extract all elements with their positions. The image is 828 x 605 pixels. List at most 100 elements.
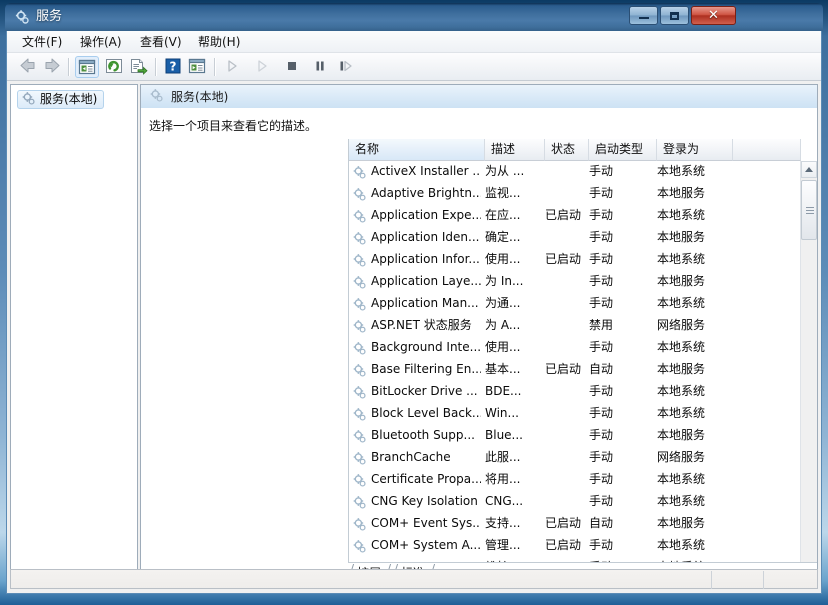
cell-description: 为通...	[485, 296, 521, 310]
table-row[interactable]: Adaptive Brightn... 监视... 手动 本地服务	[349, 183, 801, 205]
cell-description: 支持...	[485, 516, 521, 530]
column-log-on-as[interactable]: 登录为	[657, 139, 733, 161]
export-list-icon	[131, 59, 148, 75]
resume-icon	[340, 60, 352, 72]
column-description[interactable]: 描述	[485, 139, 545, 161]
cell-status	[545, 403, 589, 425]
table-row[interactable]: Base Filtering En... 基本... 已启动 自动 本地服务	[349, 359, 801, 381]
cell-log-on-as: 网络服务	[657, 450, 706, 464]
cell-startup-type: 自动	[589, 362, 614, 376]
menu-view[interactable]: 查看(V)	[133, 33, 189, 51]
restart-service-button[interactable]	[251, 56, 275, 78]
minimize-button[interactable]	[629, 6, 658, 25]
cell-log-on-as: 本地服务	[657, 186, 706, 200]
pause-icon	[316, 61, 324, 71]
cell-log-on-as: 本地服务	[657, 516, 706, 530]
service-gear-icon	[352, 297, 367, 312]
services-gear-icon	[14, 9, 30, 25]
forward-button[interactable]	[41, 56, 65, 78]
cell-service-name: Adaptive Brightn...	[371, 186, 481, 200]
cell-log-on-as: 本地系统	[657, 340, 706, 354]
scrollbar-thumb[interactable]	[801, 180, 817, 240]
properties-icon	[188, 58, 206, 74]
cell-startup-type: 手动	[589, 252, 614, 266]
menu-help[interactable]: 帮助(H)	[191, 33, 247, 51]
help-button[interactable]: ?	[162, 56, 186, 78]
cell-log-on-as: 本地服务	[657, 428, 706, 442]
service-gear-icon	[352, 517, 367, 532]
cell-status	[545, 227, 589, 249]
cell-service-name: Background Inte...	[371, 340, 481, 354]
cell-description: 管理...	[485, 538, 521, 552]
column-status[interactable]: 状态	[545, 139, 589, 161]
menu-action[interactable]: 操作(A)	[73, 33, 129, 51]
table-row[interactable]: Background Inte... 使用... 手动 本地系统	[349, 337, 801, 359]
table-row[interactable]: Application Expe... 在应... 已启动 手动 本地系统	[349, 205, 801, 227]
pause-service-button[interactable]	[309, 56, 333, 78]
cell-startup-type: 手动	[589, 186, 614, 200]
cell-log-on-as: 本地系统	[657, 472, 706, 486]
cell-startup-type: 手动	[589, 296, 614, 310]
status-divider	[763, 571, 764, 589]
forward-arrow-icon	[45, 58, 60, 73]
cell-status	[545, 469, 589, 491]
table-row[interactable]: Application Man... 为通... 手动 本地系统	[349, 293, 801, 315]
service-gear-icon	[352, 473, 367, 488]
column-startup-type[interactable]: 启动类型	[589, 139, 657, 161]
show-hide-tree-button[interactable]	[75, 56, 99, 78]
refresh-button[interactable]	[103, 56, 127, 78]
cell-service-name: BranchCache	[371, 450, 451, 464]
cell-startup-type: 手动	[589, 230, 614, 244]
cell-service-name: Block Level Back...	[371, 406, 481, 420]
scroll-up-button[interactable]	[801, 161, 817, 178]
cell-log-on-as: 本地系统	[657, 538, 706, 552]
cell-description: 将用...	[485, 472, 521, 486]
start-service-button[interactable]	[221, 56, 245, 78]
cell-log-on-as: 本地服务	[657, 230, 706, 244]
table-row[interactable]: Application Iden... 确定... 手动 本地服务	[349, 227, 801, 249]
cell-service-name: Application Iden...	[371, 230, 480, 244]
cell-service-name: Application Man...	[371, 296, 479, 310]
cell-log-on-as: 本地服务	[657, 362, 706, 376]
close-button[interactable]: ✕	[691, 6, 736, 25]
service-gear-icon	[352, 363, 367, 378]
resume-service-button[interactable]	[334, 56, 358, 78]
export-list-button[interactable]	[127, 56, 151, 78]
cell-log-on-as: 本地系统	[657, 406, 706, 420]
table-row[interactable]: COM+ Event Sys... 支持... 已启动 自动 本地服务	[349, 513, 801, 535]
stop-service-button[interactable]	[281, 56, 305, 78]
table-row[interactable]: BranchCache 此服... 手动 网络服务	[349, 447, 801, 469]
cell-status: 已启动	[545, 252, 582, 266]
services-gear-icon	[21, 91, 36, 109]
table-row[interactable]: CNG Key Isolation CNG... 手动 本地系统	[349, 491, 801, 513]
menu-file[interactable]: 文件(F)	[15, 33, 69, 51]
service-gear-icon	[352, 209, 367, 224]
cell-status	[545, 315, 589, 337]
cell-status	[545, 293, 589, 315]
table-row[interactable]: Block Level Back... Win... 手动 本地系统	[349, 403, 801, 425]
cell-service-name: CNG Key Isolation	[371, 494, 478, 508]
cell-service-name: BitLocker Drive ...	[371, 384, 478, 398]
column-name[interactable]: 名称	[349, 139, 485, 161]
table-row[interactable]: Application Infor... 使用... 已启动 手动 本地系统	[349, 249, 801, 271]
properties-button[interactable]	[186, 56, 210, 78]
cell-service-name: COM+ Event Sys...	[371, 516, 481, 530]
table-row[interactable]: ASP.NET 状态服务为 A... 禁用 网络服务	[349, 315, 801, 337]
table-row[interactable]: COM+ System A... 管理... 已启动 手动 本地系统	[349, 535, 801, 557]
table-row[interactable]: Application Laye... 为 In... 手动 本地服务	[349, 271, 801, 293]
service-gear-icon	[352, 495, 367, 510]
sidebar-item-label: 服务(本地)	[40, 92, 98, 106]
cell-description: 使用...	[485, 252, 521, 266]
table-row[interactable]: ActiveX Installer ... 为从 ... 手动 本地系统	[349, 161, 801, 183]
cell-status	[545, 425, 589, 447]
table-row[interactable]: Certificate Propa... 将用... 手动 本地系统	[349, 469, 801, 491]
back-button[interactable]	[17, 56, 41, 78]
cell-service-name: Certificate Propa...	[371, 472, 481, 486]
table-row[interactable]: Bluetooth Supp... Blue... 手动 本地服务	[349, 425, 801, 447]
sidebar-item-services-local[interactable]: 服务(本地)	[17, 90, 105, 109]
maximize-button[interactable]	[660, 6, 689, 25]
table-row[interactable]: BitLocker Drive ... BDE... 手动 本地系统	[349, 381, 801, 403]
vertical-scrollbar[interactable]	[800, 161, 817, 583]
cell-startup-type: 手动	[589, 494, 614, 508]
cell-startup-type: 禁用	[589, 318, 614, 332]
